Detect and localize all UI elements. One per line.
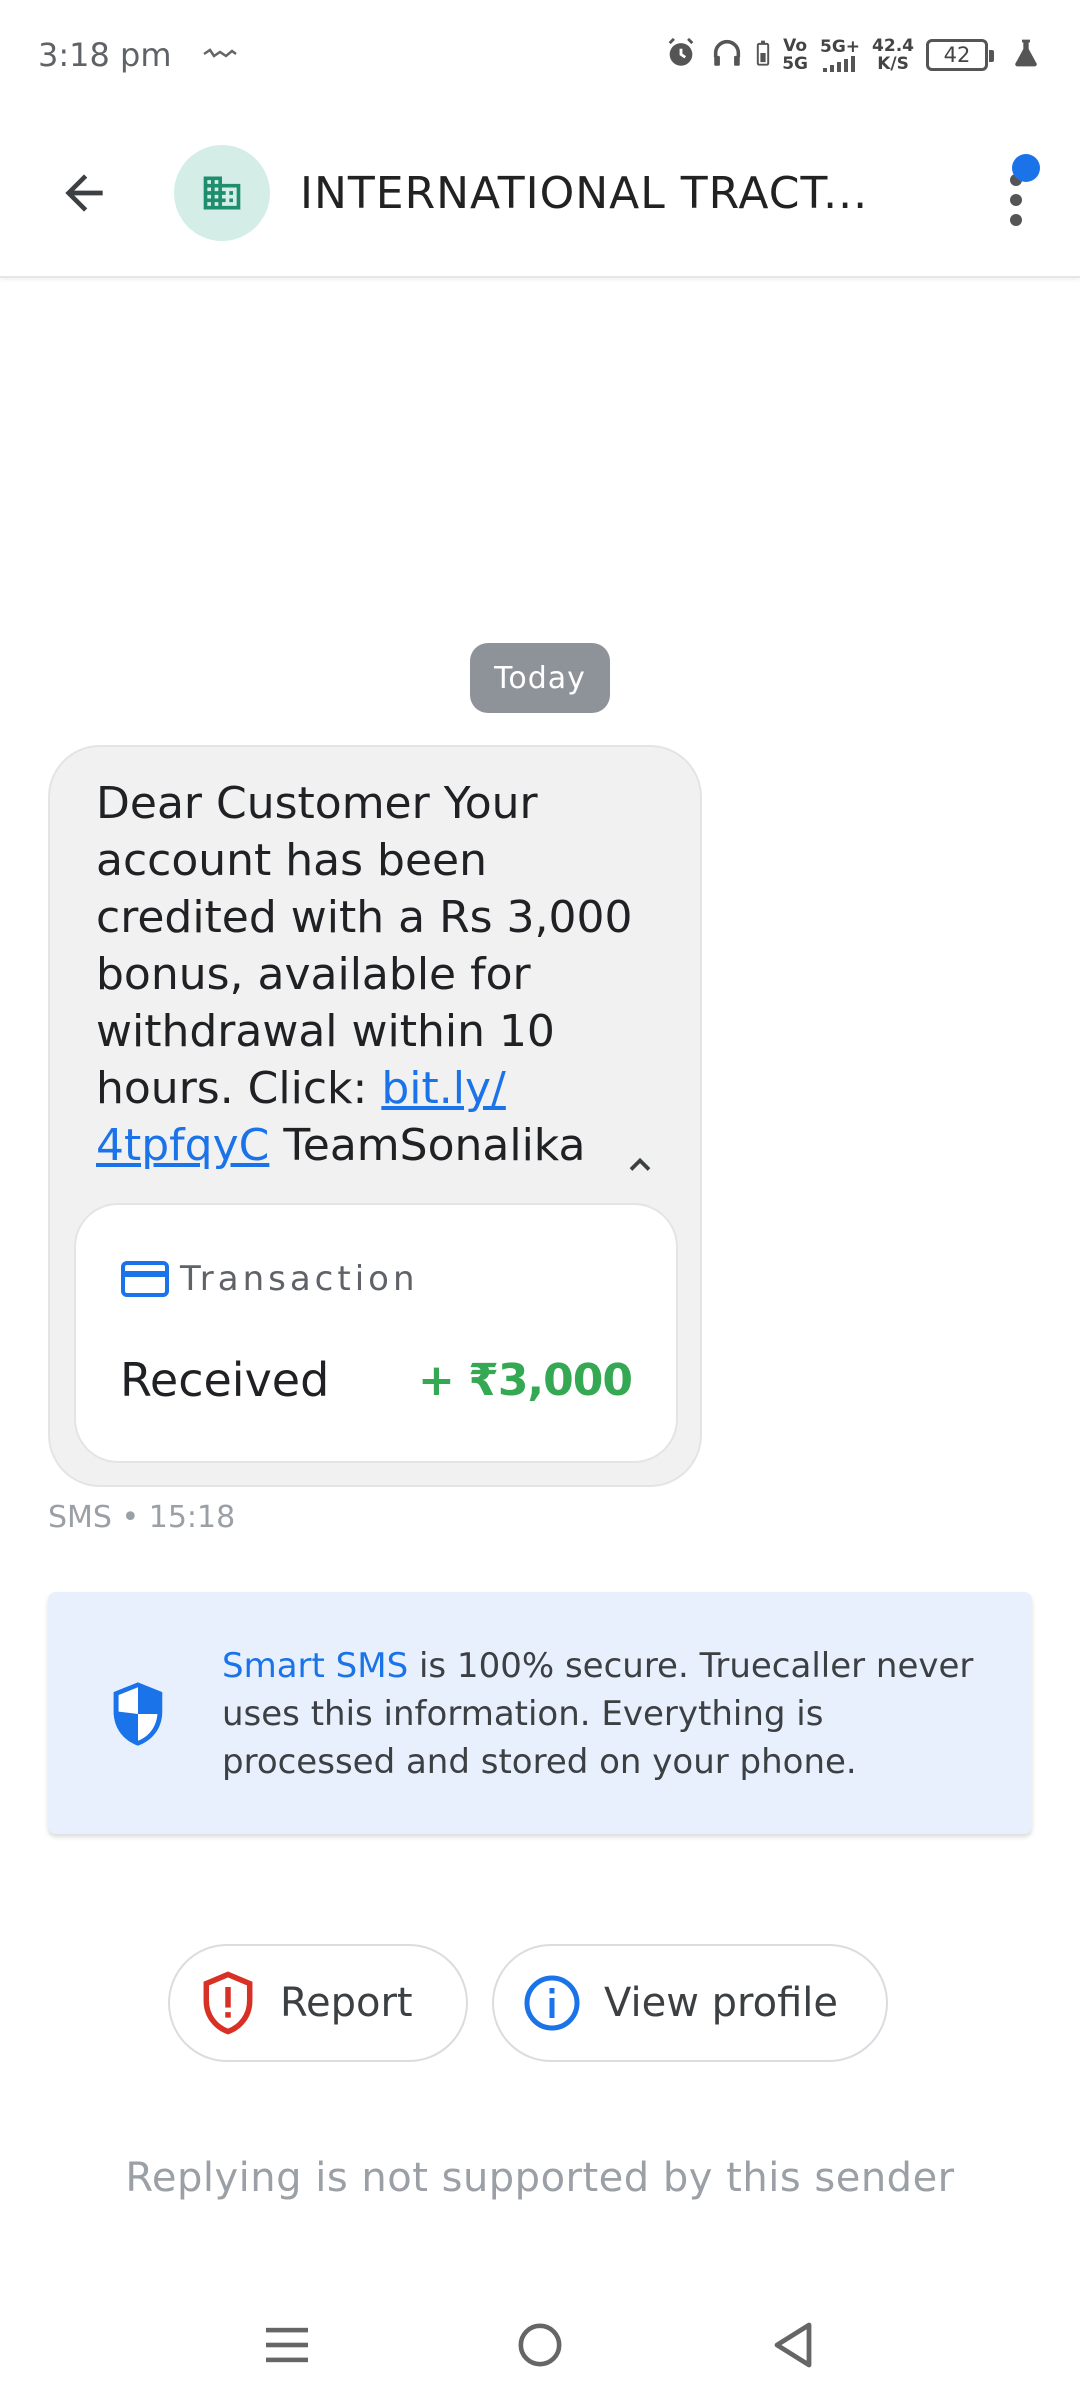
status-right: Vo 5G 5G+ 42.4 K/S 42 (664, 36, 1042, 74)
triangle-back-icon (774, 2322, 812, 2368)
reply-not-supported-note: Replying is not supported by this sender (125, 2155, 955, 2201)
transaction-header: Transaction (120, 1259, 419, 1299)
shield-icon (113, 1682, 163, 1746)
message-bubble[interactable]: Dear Customer Your account has been cred… (48, 745, 702, 1487)
sender-avatar[interactable] (174, 145, 270, 241)
message-body: Dear Customer Your account has been cred… (96, 778, 633, 1114)
headphones-icon (710, 36, 744, 74)
more-dot (1010, 194, 1022, 206)
signal-label: 5G+ (820, 37, 861, 57)
nav-home-button[interactable] (505, 2310, 575, 2380)
volte-label: Vo (783, 36, 808, 56)
home-circle-icon (518, 2323, 562, 2367)
smart-sms-info: Smart SMS is 100% secure. Truecaller nev… (48, 1592, 1032, 1834)
network-speed: 42.4 K/S (872, 37, 914, 73)
transaction-label: Transaction (180, 1259, 419, 1299)
view-profile-label: View profile (604, 1980, 838, 2026)
speed-value: 42.4 (872, 36, 914, 56)
notification-icon (202, 46, 238, 65)
message-meta: SMS • 15:18 (48, 1500, 236, 1535)
speed-unit: K/S (877, 54, 909, 74)
message-text: Dear Customer Your account has been cred… (96, 775, 636, 1174)
flask-icon (1010, 36, 1042, 74)
transaction-card[interactable]: Transaction Received + ₹3,000 (74, 1203, 678, 1463)
more-options-button[interactable] (990, 154, 1040, 230)
back-button[interactable] (36, 145, 132, 241)
signal-bars-icon (823, 56, 856, 72)
signal-indicator: 5G+ (820, 38, 860, 72)
volte-indicator: Vo 5G (782, 37, 808, 73)
volte-5g-label: 5G (782, 54, 809, 74)
conversation-header: INTERNATIONAL TRACT... (0, 110, 1080, 278)
transaction-status: Received (120, 1353, 330, 1407)
small-battery-icon (756, 40, 770, 70)
smart-sms-link[interactable]: Smart SMS (222, 1646, 408, 1686)
nav-menu-button[interactable] (252, 2310, 322, 2380)
info-text: Smart SMS is 100% secure. Truecaller nev… (222, 1642, 1002, 1786)
date-chip: Today (470, 643, 610, 713)
view-profile-button[interactable]: View profile (492, 1944, 888, 2062)
status-left: 3:18 pm (38, 36, 238, 74)
arrow-left-icon (65, 174, 103, 212)
nav-back-button[interactable] (758, 2310, 828, 2380)
status-bar: 3:18 pm Vo 5G 5G+ 42.4 K/S 42 (0, 0, 1080, 110)
report-shield-icon (198, 1971, 258, 2035)
menu-icon (265, 2327, 308, 2363)
more-dot (1010, 214, 1022, 226)
alarm-icon (664, 36, 698, 74)
collapse-button[interactable] (622, 1147, 658, 1183)
building-icon (203, 176, 241, 210)
sender-name[interactable]: INTERNATIONAL TRACT... (300, 168, 920, 219)
status-time: 3:18 pm (38, 36, 172, 74)
report-button[interactable]: Report (168, 1944, 468, 2062)
notification-badge (1012, 154, 1040, 182)
chevron-up-icon (629, 1157, 651, 1171)
message-signature: TeamSonalika (269, 1120, 586, 1171)
system-nav-bar (0, 2290, 1080, 2400)
info-icon (522, 1973, 582, 2033)
transaction-amount: + ₹3,000 (418, 1355, 633, 1406)
report-label: Report (280, 1980, 413, 2026)
credit-card-icon (121, 1261, 169, 1297)
battery-indicator: 42 (926, 39, 994, 71)
